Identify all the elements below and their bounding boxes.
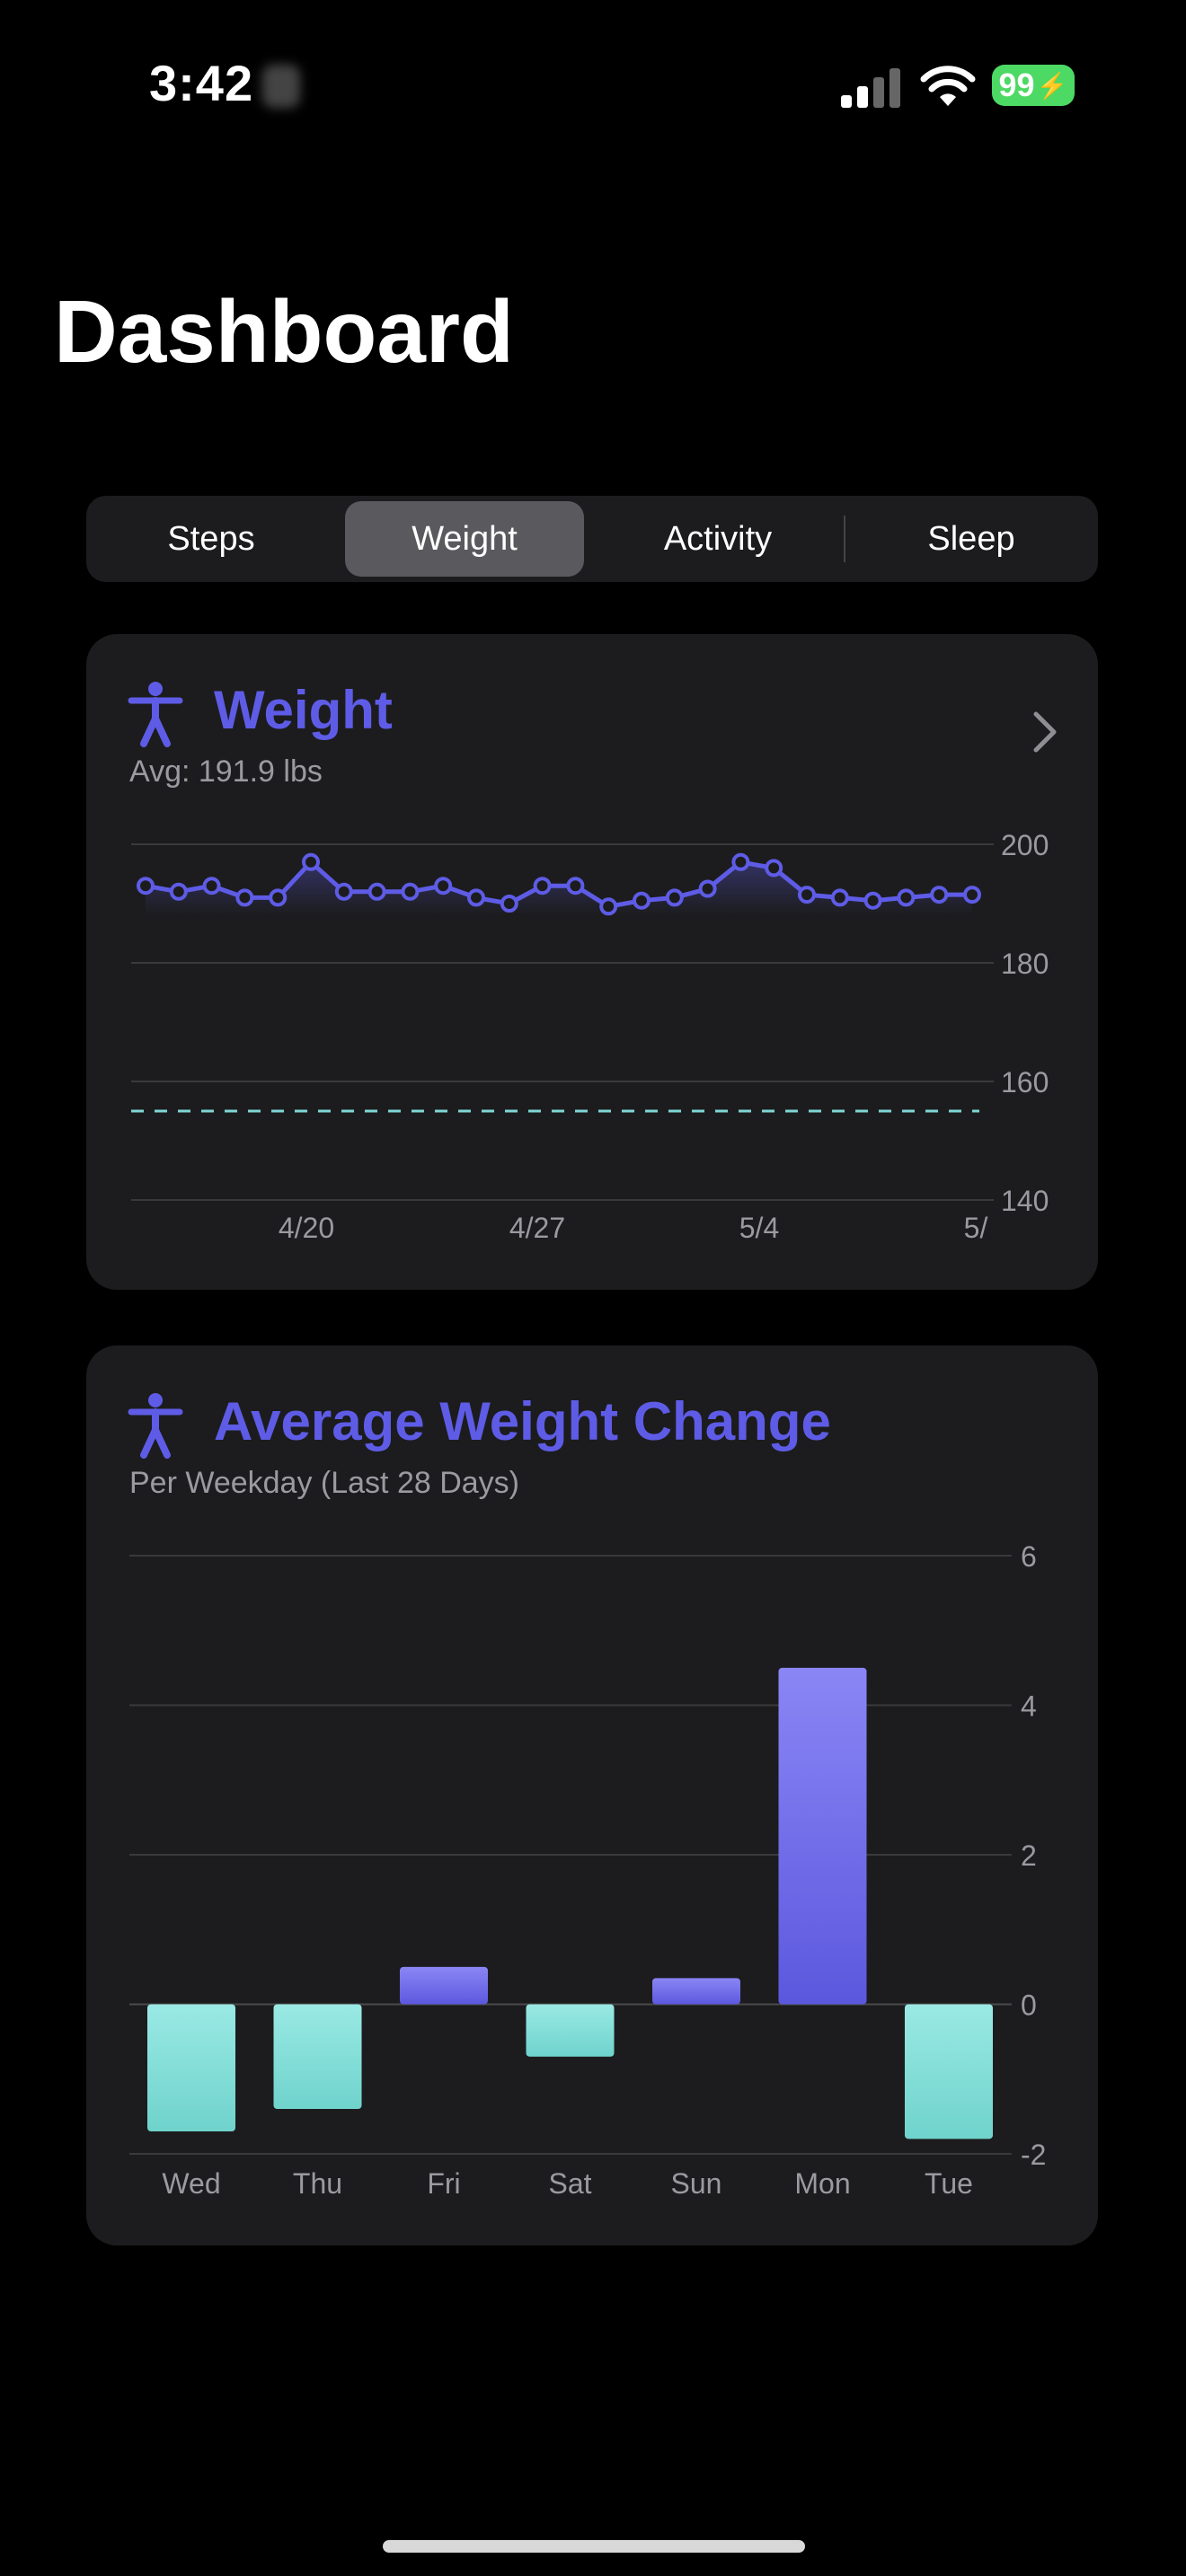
y-tick-label: 200 xyxy=(1001,829,1049,861)
weight-point xyxy=(500,895,518,913)
x-tick-label: Tue xyxy=(925,2167,973,2200)
y-tick-label: 160 xyxy=(1001,1066,1049,1098)
weight-point xyxy=(798,886,816,904)
weight-point xyxy=(235,888,254,907)
weight-point xyxy=(633,891,651,910)
bar-tue xyxy=(905,2004,993,2139)
tab-steps[interactable]: Steps xyxy=(92,501,331,577)
weight-point xyxy=(698,879,717,898)
x-tick-label: 4/27 xyxy=(509,1212,565,1244)
tab-activity[interactable]: Activity xyxy=(598,501,837,577)
x-tick-label: 5/ xyxy=(964,1212,988,1244)
weight-point xyxy=(665,888,684,907)
battery-level: 99 xyxy=(998,66,1035,103)
y-tick-label: 180 xyxy=(1001,948,1049,980)
x-tick-label: 4/20 xyxy=(279,1212,334,1244)
bar-sun xyxy=(652,1978,740,2005)
y-tick-label: 6 xyxy=(1021,1540,1037,1573)
y-tick-label: 4 xyxy=(1021,1690,1037,1723)
weight-point xyxy=(963,886,981,904)
weight-area xyxy=(146,861,972,916)
page-title: Dashboard xyxy=(54,282,514,381)
weight-point xyxy=(467,888,485,907)
x-tick-label: Fri xyxy=(427,2167,460,2200)
home-indicator xyxy=(383,2540,805,2553)
metric-segmented-control: Steps Weight Activity Sleep xyxy=(86,496,1098,582)
y-tick-label: 140 xyxy=(1001,1185,1049,1217)
weight-point xyxy=(434,877,453,895)
x-tick-label: Wed xyxy=(162,2167,220,2200)
weight-point xyxy=(566,877,585,895)
weight-line-chart: 200 180 160 140 4/20 4/27 5/4 5/ xyxy=(131,829,1049,1244)
y-tick-label: -2 xyxy=(1021,2139,1046,2171)
x-tick-label: Sat xyxy=(548,2167,591,2200)
weight-point xyxy=(401,882,420,901)
status-bar: 3:42 99 ⚡ xyxy=(0,0,1186,171)
weight-point xyxy=(302,852,320,871)
x-tick-label: 5/4 xyxy=(739,1212,779,1244)
weight-point xyxy=(930,886,949,904)
average-weight-change-card: Average Weight Change Per Weekday (Last … xyxy=(86,1345,1098,2245)
bar-thu xyxy=(273,2004,362,2110)
x-tick-label: Mon xyxy=(794,2167,850,2200)
weight-point xyxy=(765,859,783,878)
weight-point xyxy=(137,877,155,895)
tab-weight[interactable]: Weight xyxy=(345,501,584,577)
tab-sleep[interactable]: Sleep xyxy=(852,501,1091,577)
bar-fri xyxy=(400,1966,488,2005)
weight-point xyxy=(533,877,552,895)
weight-point xyxy=(269,888,288,907)
x-tick-label: Sun xyxy=(671,2167,722,2200)
weight-point xyxy=(367,882,386,901)
weight-point xyxy=(599,897,618,916)
y-tick-label: 0 xyxy=(1021,1989,1037,2022)
weight-point xyxy=(863,891,882,910)
battery-indicator: 99 ⚡ xyxy=(992,65,1075,106)
y-tick-label: 2 xyxy=(1021,1839,1037,1872)
weight-point xyxy=(334,882,353,901)
weight-point xyxy=(731,852,750,871)
bar-wed xyxy=(147,2004,235,2132)
bar-mon xyxy=(778,1667,867,2005)
weight-point xyxy=(830,888,849,907)
x-tick-label: Thu xyxy=(293,2167,342,2200)
wifi-icon xyxy=(920,66,976,106)
weight-card[interactable]: Weight Avg: 191.9 lbs 200 180 160 140 4/20 4/… xyxy=(86,634,1098,1290)
segment-divider xyxy=(844,516,845,562)
weekday-bar-chart: 6 4 2 0 -2 Wed Thu Fri Sat Sun Mon Tue xyxy=(129,1540,1046,2200)
charging-bolt-icon: ⚡ xyxy=(1036,71,1068,100)
weight-point xyxy=(169,882,188,901)
status-time: 3:42 xyxy=(149,55,254,111)
weight-point xyxy=(202,877,221,895)
status-blurred-indicator xyxy=(262,65,300,108)
bar-sat xyxy=(526,2004,615,2057)
cellular-signal-icon xyxy=(841,68,900,108)
weight-point xyxy=(897,888,916,907)
